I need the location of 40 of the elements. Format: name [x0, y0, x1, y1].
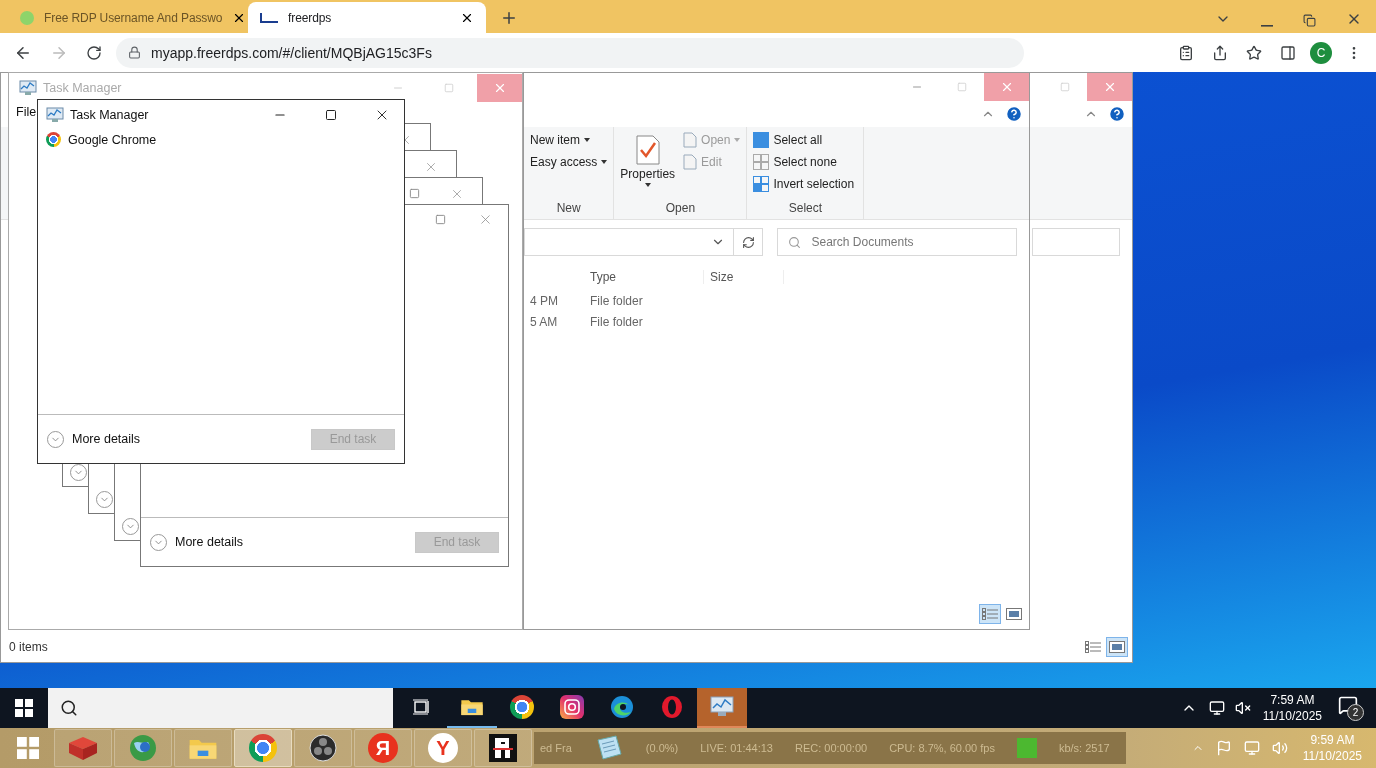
group-label: Select	[787, 201, 824, 217]
column-header[interactable]: Size	[704, 270, 784, 284]
stats-text: LIVE: 01:44:13	[700, 742, 773, 754]
properties-button[interactable]: Properties	[620, 131, 676, 201]
table-cell-text: 5 AM	[529, 314, 559, 329]
more-details-link[interactable]: More details	[72, 432, 303, 446]
table-cell-text: File folder	[589, 293, 644, 308]
stats-text: kb/s: 2517	[1058, 742, 1110, 754]
search-field[interactable]: Search Documents	[777, 228, 1017, 256]
letter-icon: Я	[368, 733, 398, 763]
column-header[interactable]: Type	[584, 270, 704, 284]
stats-text: (0.0%)	[645, 742, 679, 754]
profile-avatar[interactable]: C	[1310, 41, 1332, 64]
group-label: New	[555, 201, 582, 217]
stats-text: CPU: 8.7%, 60.00 fps	[889, 742, 995, 754]
table-cell-text: 4 PM	[529, 293, 559, 308]
window-title: Task Manager	[70, 108, 150, 122]
ribbon-command[interactable]: Select all	[753, 131, 855, 149]
browser-tab[interactable]: Free RDP Username And Passwo	[8, 2, 246, 33]
taskbar-app-button[interactable]: Я	[354, 729, 412, 767]
ribbon-command[interactable]: Invert selection	[753, 175, 855, 193]
group-label: Open	[664, 201, 697, 217]
stats-text: REC: 00:00:00	[795, 742, 868, 754]
table-cell-text: File folder	[589, 314, 644, 329]
browser-tab[interactable]: freerdps	[248, 2, 486, 33]
more-details-link[interactable]: More details	[175, 535, 407, 549]
app-list-item[interactable]: Google Chrome	[38, 130, 404, 149]
menu-item[interactable]: File	[9, 103, 37, 121]
address-bar[interactable]: myapp.freerdps.com/#/client/MQBjAG15c3Fs	[116, 37, 1024, 68]
taskbar-app-button[interactable]: Y	[414, 729, 472, 767]
window-title: Task Manager	[43, 81, 123, 95]
ribbon-command[interactable]: Easy access	[530, 153, 608, 171]
ribbon-command[interactable]: Select none	[753, 153, 855, 171]
clock[interactable]: 7:59 AM 11/10/2025	[1254, 688, 1330, 728]
notification-count: 2	[1347, 704, 1364, 721]
stats-text: ed Fra	[540, 742, 572, 754]
notification-button[interactable]: 2	[1338, 695, 1364, 721]
ribbon-command[interactable]: New item	[530, 131, 608, 149]
status-text: 0 items	[9, 640, 48, 654]
letter-icon: Y	[428, 733, 458, 763]
